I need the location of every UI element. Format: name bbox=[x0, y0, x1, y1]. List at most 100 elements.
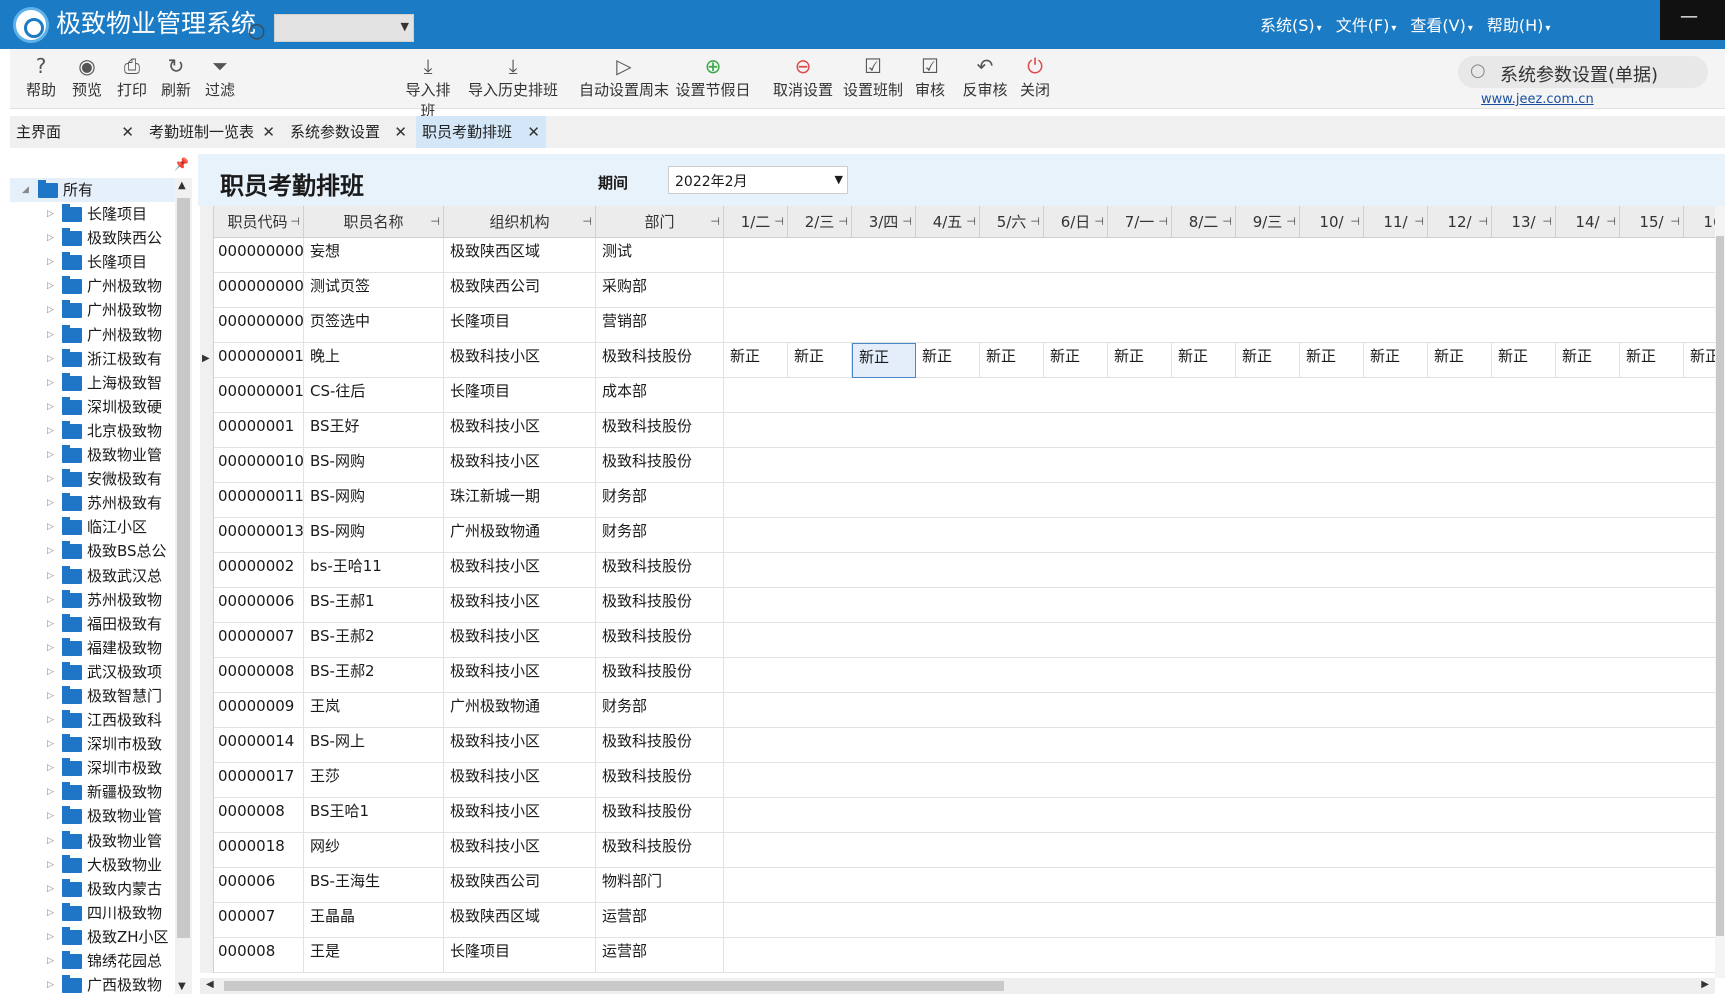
table-cell[interactable]: 新正 bbox=[1492, 343, 1556, 378]
table-cell[interactable]: 极致陕西区域 bbox=[444, 903, 596, 938]
table-cell[interactable]: 长隆项目 bbox=[444, 938, 596, 973]
menu-help[interactable]: 帮助(H) bbox=[1487, 12, 1551, 36]
expand-icon[interactable]: ▷ bbox=[47, 853, 54, 877]
table-cell[interactable]: 00000000022 bbox=[212, 308, 304, 343]
pin-icon[interactable]: ⊣ bbox=[966, 206, 976, 238]
pin-icon[interactable]: ⊣ bbox=[290, 206, 300, 238]
tree-scrollbar[interactable]: ▲ ▼ bbox=[175, 178, 192, 994]
table-cell[interactable]: 妄想 bbox=[304, 238, 444, 273]
expand-icon[interactable]: ▷ bbox=[47, 467, 54, 491]
close-icon[interactable]: ✕ bbox=[394, 116, 407, 148]
column-header-0[interactable]: 职员代码 ⊣ bbox=[212, 206, 304, 238]
table-cell[interactable]: BS王哈1 bbox=[304, 798, 444, 833]
pin-icon[interactable]: ⊣ bbox=[1670, 206, 1680, 238]
column-header-6[interactable]: 3/四 ⊣ bbox=[852, 206, 916, 238]
minimize-button[interactable]: — bbox=[1680, 6, 1698, 27]
table-cell[interactable]: 页签选中 bbox=[304, 308, 444, 343]
table-cell[interactable]: BS-网购 bbox=[304, 483, 444, 518]
table-cell[interactable]: 00000017 bbox=[212, 763, 304, 798]
table-cell[interactable]: 极致科技股份 bbox=[596, 728, 724, 763]
toolbar-button-0[interactable]: ? 帮助 bbox=[20, 53, 62, 105]
table-cell[interactable]: 财务部 bbox=[596, 483, 724, 518]
table-cell[interactable]: BS-网购 bbox=[304, 448, 444, 483]
table-row[interactable]: 00000009 王岚 广州极致物通 财务部 bbox=[200, 693, 1715, 728]
tab-3[interactable]: 职员考勤排班 ✕ bbox=[416, 116, 546, 148]
table-row[interactable]: 000007 王晶晶 极致陕西区域 运营部 bbox=[200, 903, 1715, 938]
expand-icon[interactable]: ▷ bbox=[47, 973, 54, 997]
tree-item[interactable]: ▷ 北京极致物 bbox=[10, 419, 175, 443]
table-cell[interactable]: 新正 bbox=[916, 343, 980, 378]
tab-2[interactable]: 系统参数设置 ✕ bbox=[284, 116, 413, 148]
tree-item[interactable]: ▷ 深圳市极致 bbox=[10, 756, 175, 780]
expand-icon[interactable]: ▷ bbox=[47, 829, 54, 853]
tree-item[interactable]: ▷ 武汉极致项 bbox=[10, 660, 175, 684]
toolbar-button-12[interactable]: ↶ 反审核 bbox=[955, 53, 1015, 105]
table-cell[interactable]: 极致科技股份 bbox=[596, 833, 724, 868]
toolbar-button-6[interactable]: ⤓ 导入历史排班 bbox=[460, 53, 566, 105]
close-icon[interactable]: ✕ bbox=[262, 116, 275, 148]
table-cell[interactable]: 极致科技小区 bbox=[444, 413, 596, 448]
tree-item[interactable]: ▷ 长隆项目 bbox=[10, 202, 175, 226]
table-cell[interactable]: 00000007 bbox=[212, 623, 304, 658]
scroll-down-icon[interactable]: ▼ bbox=[178, 981, 186, 992]
table-row[interactable]: 00000017 王莎 极致科技小区 极致科技股份 bbox=[200, 763, 1715, 798]
tree-item[interactable]: ▷ 锦绣花园总 bbox=[10, 949, 175, 973]
table-cell[interactable]: 极致科技股份 bbox=[596, 623, 724, 658]
expand-icon[interactable]: ▷ bbox=[47, 539, 54, 563]
expand-icon[interactable]: ▷ bbox=[47, 347, 54, 371]
column-header-4[interactable]: 1/二 ⊣ bbox=[724, 206, 788, 238]
tree-item[interactable]: ▷ 极致陕西公 bbox=[10, 226, 175, 250]
tree-item[interactable]: ▷ 广州极致物 bbox=[10, 274, 175, 298]
table-cell[interactable]: 王岚 bbox=[304, 693, 444, 728]
expand-icon[interactable]: ▷ bbox=[47, 732, 54, 756]
table-cell[interactable]: 广州极致物通 bbox=[444, 693, 596, 728]
table-cell[interactable]: 极致科技小区 bbox=[444, 763, 596, 798]
menu-view[interactable]: 查看(V) bbox=[1410, 12, 1472, 36]
table-cell[interactable]: 珠江新城一期 bbox=[444, 483, 596, 518]
table-row[interactable]: 00000006 BS-王郝1 极致科技小区 极致科技股份 bbox=[200, 588, 1715, 623]
expand-icon[interactable]: ▷ bbox=[47, 298, 54, 322]
table-cell[interactable]: 000006 bbox=[212, 868, 304, 903]
collapse-icon[interactable]: ◢ bbox=[22, 178, 29, 202]
pin-icon[interactable]: ⊣ bbox=[1286, 206, 1296, 238]
table-cell[interactable]: 极致科技小区 bbox=[444, 553, 596, 588]
column-header-12[interactable]: 9/三 ⊣ bbox=[1236, 206, 1300, 238]
pin-icon[interactable]: ⊣ bbox=[838, 206, 848, 238]
column-header-1[interactable]: 职员名称 ⊣ bbox=[304, 206, 444, 238]
table-cell[interactable]: 极致科技股份 bbox=[596, 413, 724, 448]
expand-icon[interactable]: ▷ bbox=[47, 323, 54, 347]
grid-vscroll-thumb[interactable] bbox=[1716, 236, 1724, 936]
pin-icon[interactable]: ⊣ bbox=[1222, 206, 1232, 238]
column-header-7[interactable]: 4/五 ⊣ bbox=[916, 206, 980, 238]
column-header-19[interactable]: 16/⊣ bbox=[1684, 206, 1715, 238]
website-link[interactable]: www.jeez.com.cn bbox=[1481, 92, 1594, 107]
expand-icon[interactable]: ▷ bbox=[47, 443, 54, 467]
table-row[interactable]: 000000011 BS-网购 珠江新城一期 财务部 bbox=[200, 483, 1715, 518]
column-header-18[interactable]: 15/ ⊣ bbox=[1620, 206, 1684, 238]
table-cell[interactable]: 极致陕西公司 bbox=[444, 273, 596, 308]
tree-item[interactable]: ▷ 极致武汉总 bbox=[10, 564, 175, 588]
table-cell[interactable]: 00000014 bbox=[212, 728, 304, 763]
expand-icon[interactable]: ▷ bbox=[47, 636, 54, 660]
expand-icon[interactable]: ▷ bbox=[47, 708, 54, 732]
tree-item[interactable]: ▷ 福田极致有 bbox=[10, 612, 175, 636]
tree-scroll-thumb[interactable] bbox=[177, 198, 190, 938]
table-row[interactable]: 00000002 bs-王哈11 极致科技小区 极致科技股份 bbox=[200, 553, 1715, 588]
table-cell[interactable]: 极致科技股份 bbox=[596, 763, 724, 798]
pin-icon[interactable]: ⊣ bbox=[582, 206, 592, 238]
function-search-box[interactable]: ○ 系统参数设置(单据) bbox=[1458, 56, 1708, 88]
tree-item[interactable]: ▷ 深圳极致硬 bbox=[10, 395, 175, 419]
tab-1[interactable]: 考勤班制一览表 ✕ bbox=[143, 116, 281, 148]
column-header-17[interactable]: 14/ ⊣ bbox=[1556, 206, 1620, 238]
table-cell[interactable]: 运营部 bbox=[596, 903, 724, 938]
table-cell[interactable]: 新正 bbox=[852, 343, 916, 378]
expand-icon[interactable]: ▷ bbox=[47, 684, 54, 708]
table-cell[interactable]: 新正 bbox=[1236, 343, 1300, 378]
toolbar-button-10[interactable]: ☑ 设置班制 bbox=[835, 53, 911, 105]
pin-icon[interactable]: ⊣ bbox=[1606, 206, 1616, 238]
column-header-8[interactable]: 5/六 ⊣ bbox=[980, 206, 1044, 238]
table-cell[interactable]: 极致科技小区 bbox=[444, 833, 596, 868]
table-cell[interactable]: 新正 bbox=[1300, 343, 1364, 378]
menu-system[interactable]: 系统(S) bbox=[1260, 12, 1322, 36]
tab-0[interactable]: 主界面 ✕ bbox=[10, 116, 140, 148]
